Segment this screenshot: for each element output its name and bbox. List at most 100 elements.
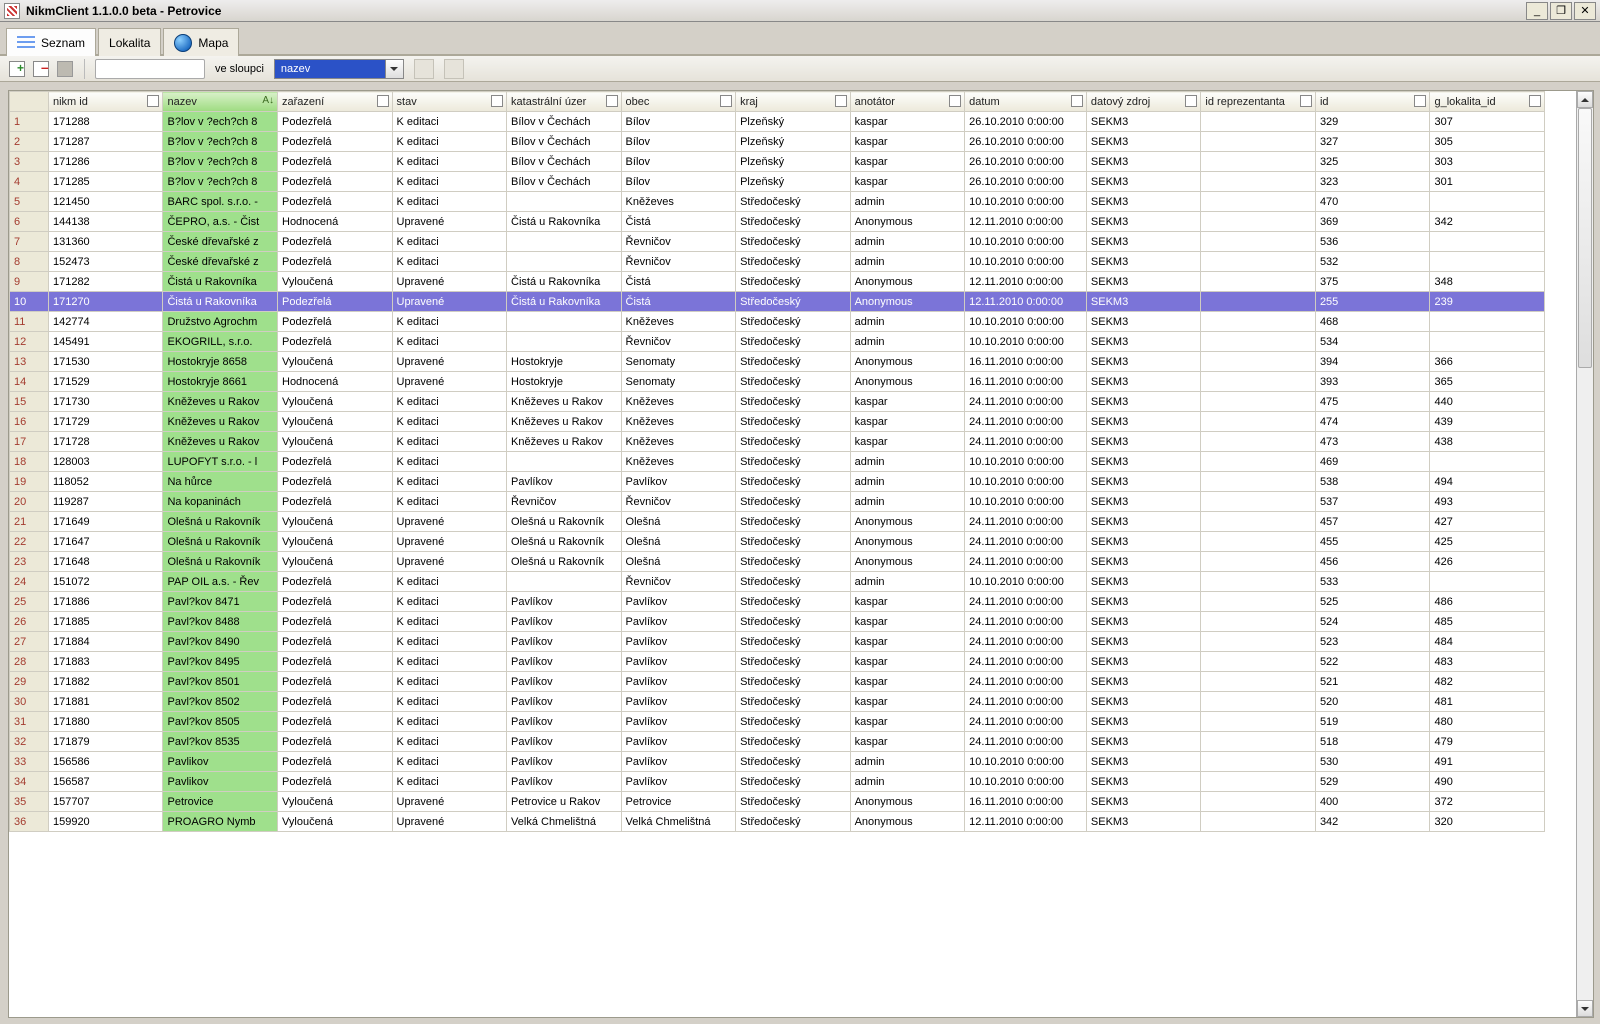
row-number[interactable]: 15	[10, 392, 49, 412]
cell[interactable]: Podezřelá	[278, 232, 393, 252]
cell[interactable]: Řevničov	[621, 252, 736, 272]
cell[interactable]	[507, 192, 622, 212]
cell[interactable]: 24.11.2010 0:00:00	[965, 712, 1087, 732]
row-number[interactable]: 28	[10, 652, 49, 672]
cell[interactable]: 156587	[48, 772, 163, 792]
cell[interactable]: Pavlíkov	[621, 672, 736, 692]
cell[interactable]: Upravené	[392, 512, 507, 532]
cell[interactable]: 329	[1315, 112, 1430, 132]
cell[interactable]: 121450	[48, 192, 163, 212]
cell-nazev[interactable]: Olešná u Rakovník	[163, 552, 278, 572]
cell[interactable]: Plzeňský	[736, 112, 851, 132]
cell[interactable]	[1201, 792, 1316, 812]
cell[interactable]: 171881	[48, 692, 163, 712]
cell[interactable]: Kněževes	[621, 312, 736, 332]
cell[interactable]: Vyloučená	[278, 352, 393, 372]
cell[interactable]: K editaci	[392, 492, 507, 512]
row-number[interactable]: 35	[10, 792, 49, 812]
cell[interactable]: 171730	[48, 392, 163, 412]
cell[interactable]: SEKM3	[1086, 392, 1201, 412]
filter-checkbox[interactable]	[491, 95, 503, 107]
cell[interactable]: kaspar	[850, 672, 965, 692]
cell[interactable]: Pavlíkov	[507, 592, 622, 612]
vertical-scrollbar[interactable]	[1576, 91, 1593, 1017]
cell[interactable]: K editaci	[392, 152, 507, 172]
cell[interactable]: 24.11.2010 0:00:00	[965, 592, 1087, 612]
cell[interactable]: K editaci	[392, 712, 507, 732]
row-number[interactable]: 23	[10, 552, 49, 572]
cell[interactable]: Středočeský	[736, 712, 851, 732]
cell[interactable]: Bílov v Čechách	[507, 172, 622, 192]
cell[interactable]	[1430, 192, 1545, 212]
cell[interactable]: Středočeský	[736, 392, 851, 412]
cell[interactable]: 490	[1430, 772, 1545, 792]
cell[interactable]: Středočeský	[736, 212, 851, 232]
search-input[interactable]	[95, 59, 205, 79]
cell[interactable]: 455	[1315, 532, 1430, 552]
cell[interactable]: Pavlíkov	[507, 612, 622, 632]
cell[interactable]: 24.11.2010 0:00:00	[965, 672, 1087, 692]
cell[interactable]: 473	[1315, 432, 1430, 452]
cell[interactable]: 524	[1315, 612, 1430, 632]
cell[interactable]: 10.10.2010 0:00:00	[965, 572, 1087, 592]
cell[interactable]: 12.11.2010 0:00:00	[965, 292, 1087, 312]
cell[interactable]: admin	[850, 332, 965, 352]
filter-checkbox[interactable]	[1529, 95, 1541, 107]
cell[interactable]: 171286	[48, 152, 163, 172]
cell[interactable]: kaspar	[850, 712, 965, 732]
cell[interactable]: kaspar	[850, 612, 965, 632]
cell[interactable]: 457	[1315, 512, 1430, 532]
cell[interactable]: SEKM3	[1086, 652, 1201, 672]
cell[interactable]: SEKM3	[1086, 772, 1201, 792]
cell[interactable]: Kněževes	[621, 392, 736, 412]
cell[interactable]: 427	[1430, 512, 1545, 532]
cell[interactable]	[1201, 452, 1316, 472]
cell[interactable]: Středočeský	[736, 732, 851, 752]
cell[interactable]: Anonymous	[850, 792, 965, 812]
cell[interactable]: 470	[1315, 192, 1430, 212]
cell[interactable]: Středočeský	[736, 432, 851, 452]
cell[interactable]: Upravené	[392, 272, 507, 292]
row-number[interactable]: 8	[10, 252, 49, 272]
cell[interactable]: Řevničov	[621, 572, 736, 592]
cell[interactable]: Středočeský	[736, 452, 851, 472]
cell[interactable]: Řevničov	[507, 492, 622, 512]
cell[interactable]: 325	[1315, 152, 1430, 172]
cell[interactable]: Pavlíkov	[621, 732, 736, 752]
cell[interactable]: Kněževes	[621, 192, 736, 212]
row-number[interactable]: 6	[10, 212, 49, 232]
filter-checkbox[interactable]	[949, 95, 961, 107]
save-button[interactable]	[56, 60, 74, 78]
cell[interactable]: 538	[1315, 472, 1430, 492]
cell[interactable]: 171883	[48, 652, 163, 672]
table-row[interactable]: 12145491EKOGRILL, s.r.o.PodezřeláK edita…	[10, 332, 1545, 352]
filter-checkbox[interactable]	[377, 95, 389, 107]
cell[interactable]: Pavlíkov	[621, 752, 736, 772]
cell[interactable]: Upravené	[392, 212, 507, 232]
cell[interactable]: K editaci	[392, 172, 507, 192]
cell[interactable]: Středočeský	[736, 812, 851, 832]
cell[interactable]: SEKM3	[1086, 152, 1201, 172]
row-number[interactable]: 30	[10, 692, 49, 712]
cell[interactable]: Středočeský	[736, 792, 851, 812]
cell[interactable]: SEKM3	[1086, 732, 1201, 752]
cell[interactable]: 145491	[48, 332, 163, 352]
row-number[interactable]: 14	[10, 372, 49, 392]
cell-nazev[interactable]: Pavlikov	[163, 772, 278, 792]
cell[interactable]: K editaci	[392, 252, 507, 272]
table-row[interactable]: 35157707PetroviceVyloučenáUpravenéPetrov…	[10, 792, 1545, 812]
cell[interactable]: Upravené	[392, 352, 507, 372]
cell[interactable]	[1201, 632, 1316, 652]
cell[interactable]	[1201, 472, 1316, 492]
table-row[interactable]: 8152473České dřevařské zPodezřeláK edita…	[10, 252, 1545, 272]
cell[interactable]: SEKM3	[1086, 452, 1201, 472]
cell[interactable]	[1430, 312, 1545, 332]
cell[interactable]: Podezřelá	[278, 712, 393, 732]
table-row[interactable]: 31171880Pavl?kov 8505PodezřeláK editaciP…	[10, 712, 1545, 732]
table-row[interactable]: 22171647Olešná u RakovníkVyloučenáUprave…	[10, 532, 1545, 552]
cell[interactable]: Petrovice u Rakov	[507, 792, 622, 812]
cell[interactable]: Olešná u Rakovník	[507, 552, 622, 572]
col-id-reprezentanta[interactable]: id reprezentanta	[1201, 92, 1316, 112]
cell[interactable]	[507, 572, 622, 592]
data-grid[interactable]: nikm id nazevA↓ zařazení stav katastráln…	[9, 91, 1576, 1017]
